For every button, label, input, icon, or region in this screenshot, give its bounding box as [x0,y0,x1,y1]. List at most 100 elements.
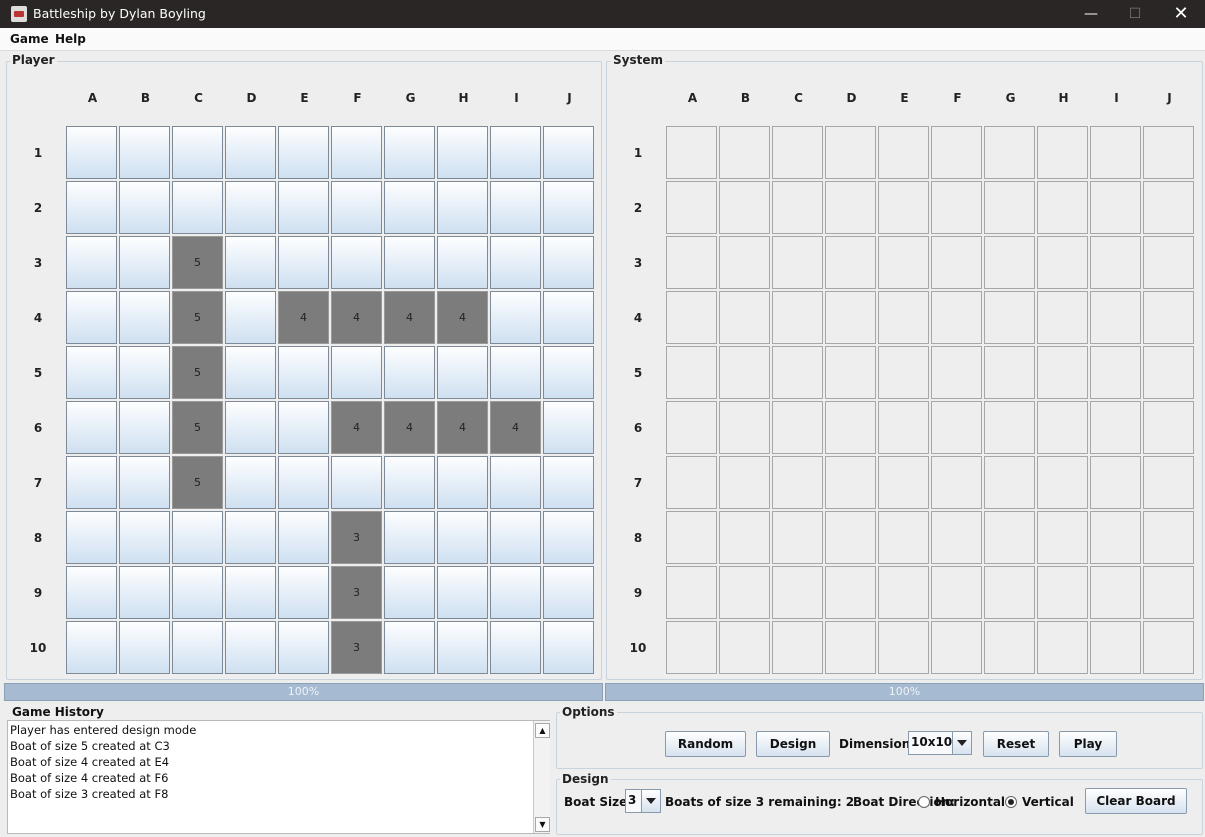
player-grid-cell[interactable] [543,291,594,344]
player-grid-cell[interactable] [543,126,594,179]
system-grid-cell[interactable] [1037,401,1088,454]
system-grid-cell[interactable] [719,511,770,564]
system-grid-cell[interactable] [1143,621,1194,674]
system-grid-cell[interactable] [931,291,982,344]
system-grid-cell[interactable] [1143,566,1194,619]
player-grid-cell[interactable] [490,621,541,674]
player-grid-cell[interactable] [384,511,435,564]
system-grid-cell[interactable] [719,456,770,509]
system-grid-cell[interactable] [666,401,717,454]
menu-game[interactable]: Game [10,32,49,46]
player-grid-cell[interactable] [225,346,276,399]
player-grid-cell[interactable] [66,346,117,399]
system-grid-cell[interactable] [984,181,1035,234]
system-grid-cell[interactable] [931,126,982,179]
system-grid-cell[interactable] [1037,511,1088,564]
system-grid-cell[interactable] [1143,511,1194,564]
player-boat-cell[interactable]: 4 [331,291,382,344]
player-grid-cell[interactable] [437,346,488,399]
player-grid-cell[interactable] [119,511,170,564]
player-grid-cell[interactable] [543,511,594,564]
system-grid-cell[interactable] [1143,346,1194,399]
system-grid-cell[interactable] [931,456,982,509]
player-grid-cell[interactable] [225,456,276,509]
player-grid-cell[interactable] [66,291,117,344]
system-grid-cell[interactable] [1143,291,1194,344]
player-boat-cell[interactable]: 4 [490,401,541,454]
system-grid-cell[interactable] [719,181,770,234]
system-grid-cell[interactable] [825,291,876,344]
player-grid-cell[interactable] [437,621,488,674]
system-grid-cell[interactable] [666,511,717,564]
player-grid-cell[interactable] [225,401,276,454]
system-grid-cell[interactable] [1037,126,1088,179]
system-grid-cell[interactable] [984,566,1035,619]
system-grid-cell[interactable] [878,456,929,509]
system-grid-cell[interactable] [719,566,770,619]
system-grid-cell[interactable] [719,236,770,289]
system-grid-cell[interactable] [984,346,1035,399]
player-grid-cell[interactable] [437,566,488,619]
system-grid-cell[interactable] [1037,621,1088,674]
system-grid-cell[interactable] [1143,456,1194,509]
system-grid-cell[interactable] [719,401,770,454]
player-grid-cell[interactable] [543,346,594,399]
player-grid-cell[interactable] [225,511,276,564]
system-grid-cell[interactable] [719,346,770,399]
player-grid-cell[interactable] [543,621,594,674]
player-grid-cell[interactable] [172,181,223,234]
system-grid-cell[interactable] [1090,621,1141,674]
system-grid-cell[interactable] [878,236,929,289]
system-grid-cell[interactable] [825,621,876,674]
system-grid-cell[interactable] [878,401,929,454]
system-grid-cell[interactable] [825,456,876,509]
player-grid-cell[interactable] [66,456,117,509]
system-grid-cell[interactable] [666,181,717,234]
play-button[interactable]: Play [1059,731,1117,757]
system-grid-cell[interactable] [666,456,717,509]
system-grid-cell[interactable] [1037,456,1088,509]
player-grid-cell[interactable] [384,236,435,289]
player-boat-cell[interactable]: 3 [331,511,382,564]
system-grid-cell[interactable] [772,456,823,509]
system-grid-cell[interactable] [1037,236,1088,289]
system-grid-cell[interactable] [878,126,929,179]
player-grid-cell[interactable] [278,236,329,289]
system-grid-cell[interactable] [1090,346,1141,399]
system-grid-cell[interactable] [772,236,823,289]
system-grid-cell[interactable] [666,236,717,289]
system-grid-cell[interactable] [772,346,823,399]
player-grid-cell[interactable] [278,181,329,234]
player-boat-cell[interactable]: 4 [278,291,329,344]
player-grid-cell[interactable] [437,181,488,234]
system-grid-cell[interactable] [1090,291,1141,344]
system-grid-cell[interactable] [1090,566,1141,619]
player-grid-cell[interactable] [490,291,541,344]
player-grid-cell[interactable] [384,126,435,179]
system-grid-cell[interactable] [1143,236,1194,289]
system-grid-cell[interactable] [666,291,717,344]
player-grid-cell[interactable] [225,126,276,179]
system-grid-cell[interactable] [1090,126,1141,179]
system-grid-cell[interactable] [878,181,929,234]
system-grid-cell[interactable] [984,401,1035,454]
player-grid-cell[interactable] [331,346,382,399]
system-grid-cell[interactable] [984,621,1035,674]
system-grid-cell[interactable] [878,621,929,674]
random-button[interactable]: Random [665,731,746,757]
player-boat-cell[interactable]: 5 [172,236,223,289]
system-grid-cell[interactable] [772,566,823,619]
player-grid-cell[interactable] [278,456,329,509]
player-grid-cell[interactable] [66,236,117,289]
boat-size-select[interactable]: 3 [625,789,661,813]
maximize-button[interactable]: ☐ [1112,0,1158,28]
horizontal-label[interactable]: Horizontal [935,795,1005,809]
player-grid-cell[interactable] [490,566,541,619]
system-grid-cell[interactable] [1090,236,1141,289]
player-boat-cell[interactable]: 5 [172,291,223,344]
player-grid-cell[interactable] [490,456,541,509]
player-grid-cell[interactable] [119,126,170,179]
scroll-up-arrow-icon[interactable]: ▲ [535,723,550,738]
player-grid-cell[interactable] [119,566,170,619]
player-grid-cell[interactable] [543,566,594,619]
